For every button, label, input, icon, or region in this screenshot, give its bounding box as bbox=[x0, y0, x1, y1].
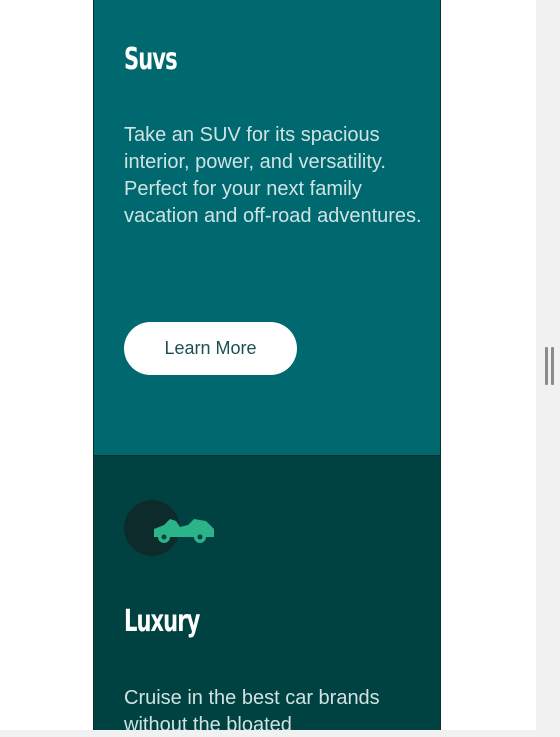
horizontal-scrollbar[interactable] bbox=[0, 730, 536, 737]
scrollbar-grip[interactable] bbox=[551, 347, 554, 385]
car-icon bbox=[154, 519, 214, 543]
suvs-title: Suvs bbox=[124, 42, 178, 77]
scrollbar-grip[interactable] bbox=[545, 347, 548, 385]
luxury-card: Luxury Cruise in the best car brands wit… bbox=[93, 456, 441, 737]
luxury-title: Luxury bbox=[124, 604, 200, 639]
suvs-description: Take an SUV for its spacious interior, p… bbox=[124, 124, 422, 227]
vertical-scrollbar[interactable] bbox=[536, 0, 560, 737]
learn-more-button[interactable]: Learn More bbox=[124, 322, 297, 375]
suvs-card: Suvs Take an SUV for its spacious interi… bbox=[93, 0, 441, 456]
